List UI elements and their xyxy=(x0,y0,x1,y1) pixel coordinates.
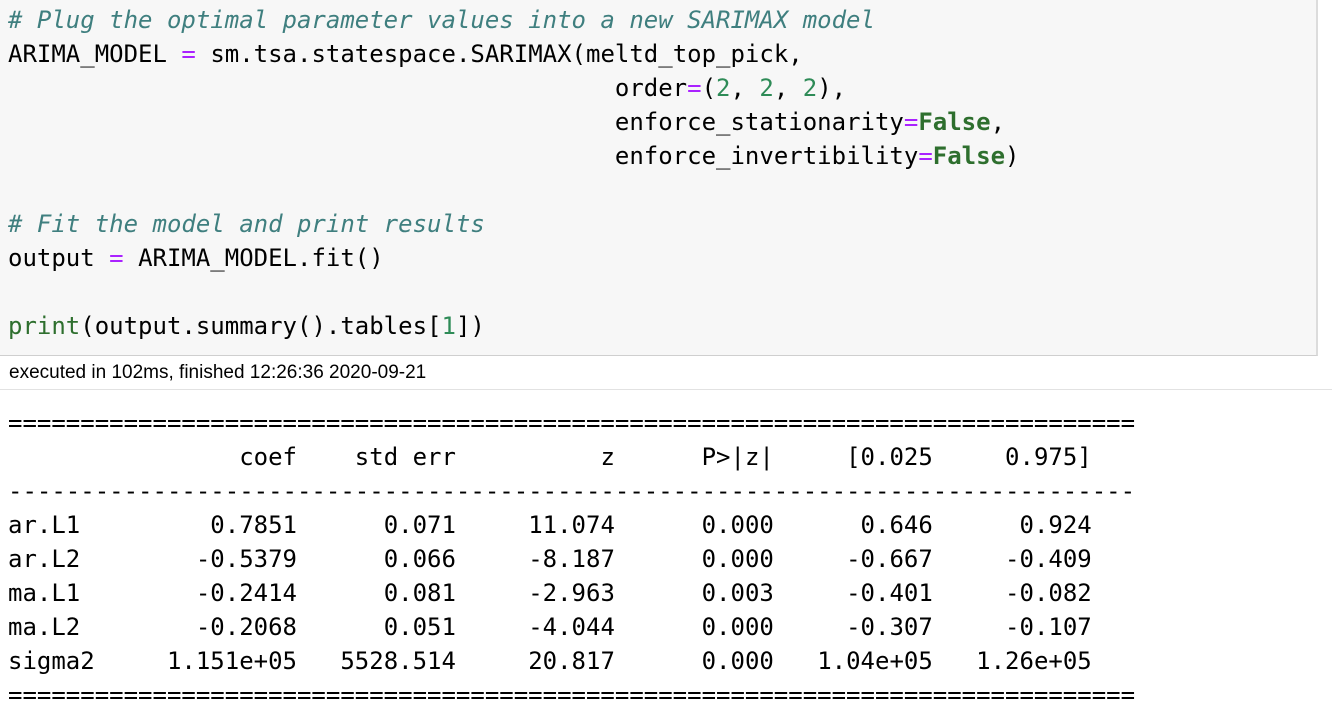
code-summary-close: ]) xyxy=(455,312,485,340)
table-cell: 0.071 xyxy=(297,511,456,539)
table-cell: 5528.514 xyxy=(297,647,456,675)
table-header-rule: ----------------------------------------… xyxy=(8,477,1136,505)
table-cell: -0.401 xyxy=(773,579,933,607)
code-order-p: 2 xyxy=(716,74,731,102)
code-editor[interactable]: # Plug the optimal parameter values into… xyxy=(8,3,1019,343)
table-row: ma.L2 -0.2068 0.051 -4.044 0.000 -0.307 … xyxy=(8,613,1092,641)
table-cell: -0.667 xyxy=(773,545,933,573)
table-bottom-rule: ========================================… xyxy=(8,681,1136,709)
table-cell: 0.975] xyxy=(932,443,1092,471)
table-row-label: ma.L1 xyxy=(8,579,167,607)
code-cell-scrollbar[interactable] xyxy=(1318,0,1332,356)
code-order-d: 2 xyxy=(759,74,774,102)
code-order-q: 2 xyxy=(802,74,818,102)
table-row-label: ar.L1 xyxy=(8,511,167,539)
code-model-call: sm.tsa.statespace.SARIMAX(meltd_top_pick… xyxy=(210,40,803,68)
code-stationarity-eq: = xyxy=(903,108,919,136)
code-false-literal-2: False xyxy=(932,142,1006,170)
code-model-var: ARIMA_MODEL xyxy=(8,40,167,68)
table-row-label: ar.L2 xyxy=(8,545,167,573)
table-cell: -4.044 xyxy=(455,613,615,641)
table-row-label xyxy=(8,443,167,471)
code-fit-call: ARIMA_MODEL.fit() xyxy=(138,244,384,272)
code-false-literal-1: False xyxy=(918,108,991,136)
table-cell: 0.000 xyxy=(614,613,774,641)
code-order-eq: = xyxy=(687,74,702,102)
table-cell: -2.963 xyxy=(455,579,615,607)
table-cell: [0.025 xyxy=(773,443,933,471)
table-row: ar.L2 -0.5379 0.066 -8.187 0.000 -0.667 … xyxy=(8,545,1092,573)
code-invertibility-kw: enforce_invertibility xyxy=(614,142,919,170)
code-summary-call: (output.summary().tables[ xyxy=(80,312,442,340)
table-cell: 0.051 xyxy=(297,613,456,641)
table-cell: 0.000 xyxy=(614,647,774,675)
code-tables-index: 1 xyxy=(441,312,456,340)
code-cell-input[interactable]: # Plug the optimal parameter values into… xyxy=(0,0,1318,356)
table-cell: -0.107 xyxy=(932,613,1092,641)
summary-table-output: ========================================… xyxy=(8,406,1135,712)
code-stationarity-kw: enforce_stationarity xyxy=(614,108,904,136)
table-cell: 0.081 xyxy=(297,579,456,607)
table-cell: 0.924 xyxy=(932,511,1092,539)
table-cell: P>|z| xyxy=(614,443,774,471)
cell-output-area: ========================================… xyxy=(0,390,1332,716)
code-invertibility-eq: = xyxy=(918,142,933,170)
table-cell: 0.003 xyxy=(614,579,774,607)
code-output-assign-op: = xyxy=(109,244,124,272)
table-row: sigma2 1.151e+05 5528.514 20.817 0.000 1… xyxy=(8,647,1092,675)
table-row: ar.L1 0.7851 0.071 11.074 0.000 0.646 0.… xyxy=(8,511,1092,539)
code-order-close: ), xyxy=(817,74,847,102)
table-row-label: sigma2 xyxy=(8,647,167,675)
table-top-rule: ========================================… xyxy=(8,409,1136,437)
table-cell: 0.646 xyxy=(773,511,933,539)
table-cell: -0.2414 xyxy=(166,579,297,607)
table-cell: -0.409 xyxy=(932,545,1092,573)
table-row: ma.L1 -0.2414 0.081 -2.963 0.003 -0.401 … xyxy=(8,579,1092,607)
code-order-kw: order xyxy=(614,74,688,102)
table-cell: z xyxy=(455,443,615,471)
table-header-row: coef std err z P>|z| [0.025 0.975] xyxy=(8,443,1092,471)
code-comment-fit: # Fit the model and print results xyxy=(8,210,485,238)
table-cell: 1.151e+05 xyxy=(166,647,297,675)
table-cell: -0.5379 xyxy=(166,545,297,573)
table-cell: 0.066 xyxy=(297,545,456,573)
code-print-fn: print xyxy=(8,312,81,340)
code-output-var: output xyxy=(8,244,95,272)
code-order-open: ( xyxy=(701,74,717,102)
table-cell: 0.000 xyxy=(614,545,774,573)
table-cell: coef xyxy=(166,443,297,471)
table-cell: -0.307 xyxy=(773,613,933,641)
table-cell: 0.000 xyxy=(614,511,774,539)
table-cell: 20.817 xyxy=(455,647,615,675)
table-cell: -8.187 xyxy=(455,545,615,573)
table-cell: 11.074 xyxy=(455,511,615,539)
code-comment-plug: # Plug the optimal parameter values into… xyxy=(8,6,875,34)
table-cell: 0.7851 xyxy=(166,511,297,539)
execution-time-info: executed in 102ms, finished 12:26:36 202… xyxy=(9,362,427,383)
table-cell: 1.04e+05 xyxy=(773,647,933,675)
table-cell: -0.082 xyxy=(932,579,1092,607)
table-cell: std err xyxy=(297,443,456,471)
code-assign-op: = xyxy=(181,40,196,68)
table-cell: -0.2068 xyxy=(166,613,297,641)
table-cell: 1.26e+05 xyxy=(932,647,1092,675)
table-row-label: ma.L2 xyxy=(8,613,167,641)
